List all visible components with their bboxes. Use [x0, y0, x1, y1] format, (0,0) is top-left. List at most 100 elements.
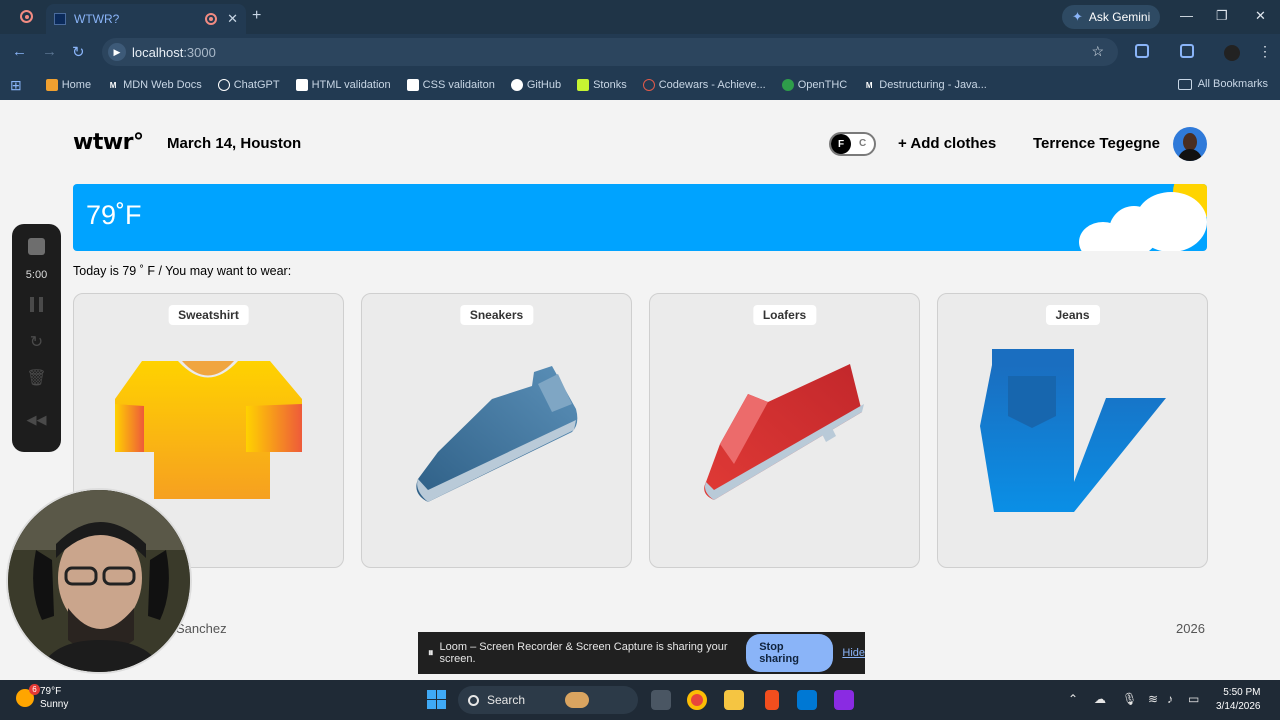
file-explorer-icon[interactable]	[724, 690, 744, 710]
chrome-icon[interactable]	[687, 690, 707, 710]
pause-sharing-icon[interactable]: ⏸	[428, 647, 434, 660]
minimize-icon[interactable]: —	[1180, 8, 1193, 23]
all-bookmarks-button[interactable]: All Bookmarks	[1177, 78, 1268, 90]
new-tab-button[interactable]: +	[252, 7, 261, 25]
site-info-icon[interactable]: ▶	[108, 43, 126, 61]
wifi-icon[interactable]: ≋	[1148, 692, 1158, 706]
taskbar-weather-temp: 79°F	[40, 686, 62, 697]
bookmark-label: CSS validaiton	[422, 79, 495, 91]
heart-app-icon[interactable]	[834, 690, 854, 710]
taskbar-search-label: Search	[487, 693, 526, 707]
bookmark-home[interactable]: Home	[45, 79, 92, 91]
tab-favicon-icon	[54, 13, 66, 25]
bookmark-label: Destructuring - Java...	[879, 79, 987, 91]
restart-icon[interactable]: ↻	[12, 332, 61, 352]
close-tab-icon[interactable]: ✕	[227, 11, 238, 27]
task-view-icon[interactable]	[651, 690, 671, 710]
app-logo[interactable]: wtwr°	[73, 130, 144, 155]
windows-start-icon[interactable]	[427, 690, 446, 709]
bookmark-label: ChatGPT	[233, 79, 280, 91]
forward-icon[interactable]: →	[42, 43, 57, 60]
footer-author: Sanchez	[176, 621, 227, 636]
chatgpt-favicon-icon	[217, 79, 230, 91]
browser-toolbar: ← → ↻ ▶ localhost:3000 ☆	[0, 34, 1280, 70]
extensions-icon[interactable]	[1135, 44, 1149, 58]
restore-icon[interactable]: ❐	[1216, 8, 1228, 24]
recommendation-text: Today is 79 ˚ F / You may want to wear:	[73, 264, 292, 278]
volume-icon[interactable]: ♪	[1167, 692, 1173, 706]
bookmark-html-validation[interactable]: HTML validation	[295, 79, 391, 91]
gemini-icon: ✦	[1072, 9, 1083, 24]
pause-icon[interactable]	[30, 297, 43, 312]
avatar-body	[1178, 149, 1202, 161]
bookmark-label: MDN Web Docs	[123, 79, 202, 91]
all-bookmarks-label: All Bookmarks	[1197, 78, 1268, 90]
bookmark-chatgpt[interactable]: ChatGPT	[217, 79, 280, 91]
bookmark-label: Codewars - Achieve...	[658, 79, 766, 91]
menu-icon[interactable]: ⋮	[1258, 43, 1272, 60]
clothing-card-sneakers[interactable]: Sneakers	[361, 293, 632, 568]
temperature-unit-toggle[interactable]: F C	[829, 132, 876, 156]
tray-overflow-icon[interactable]: ⌃	[1068, 692, 1078, 706]
webcam-person-image	[8, 490, 190, 672]
figma-icon[interactable]	[765, 690, 779, 710]
taskbar-search[interactable]: Search	[458, 686, 638, 714]
mdn-favicon-icon: M	[865, 80, 873, 90]
bookmark-star-icon[interactable]: ☆	[1091, 43, 1104, 60]
taskbar-weather-desc: Sunny	[40, 699, 69, 710]
taskbar-weather-widget[interactable]: 6 79°F Sunny	[16, 684, 69, 711]
bookmark-label: GitHub	[526, 79, 562, 91]
taskbar-time: 5:50 PM	[1223, 687, 1261, 698]
bookmark-destructuring[interactable]: M Destructuring - Java...	[863, 79, 987, 91]
bookmark-label: Home	[61, 79, 92, 91]
screen-sharing-banner: ⏸ Loom – Screen Recorder & Screen Captur…	[418, 632, 865, 674]
clothing-card-jeans[interactable]: Jeans	[937, 293, 1208, 568]
loom-controls: 5:00 ↻ 🗑 ◀◀	[12, 224, 61, 452]
bookmark-mdn[interactable]: M MDN Web Docs	[107, 79, 202, 91]
tab-title: WTWR?	[74, 12, 120, 26]
hide-banner-link[interactable]: Hide	[842, 647, 865, 659]
add-clothes-button[interactable]: + Add clothes	[898, 135, 996, 152]
home-favicon-icon	[45, 79, 58, 91]
collapse-icon[interactable]: ◀◀	[12, 412, 61, 428]
webcam-bubble[interactable]	[6, 488, 192, 674]
address-host: localhost	[132, 44, 184, 60]
bookmark-css-validation[interactable]: CSS validaiton	[406, 79, 495, 91]
back-icon[interactable]: ←	[12, 43, 27, 60]
codewars-favicon-icon	[642, 79, 655, 91]
username[interactable]: Terrence Tegegne	[1033, 135, 1160, 152]
ask-gemini-button[interactable]: ✦ Ask Gemini	[1062, 5, 1161, 29]
jeans-icon	[980, 349, 1166, 512]
avatar[interactable]	[1173, 127, 1207, 161]
address-bar[interactable]: ▶ localhost:3000 ☆	[102, 38, 1118, 66]
search-highlight-icon	[565, 692, 590, 708]
cast-icon[interactable]	[1180, 44, 1194, 58]
github-favicon-icon	[510, 79, 523, 91]
browser-tab[interactable]: WTWR? ✕	[46, 4, 246, 34]
taskbar-clock[interactable]: 5:50 PM 3/14/2026	[1216, 686, 1261, 714]
w3c-favicon-icon	[295, 79, 308, 91]
sharing-message: Loom – Screen Recorder & Screen Capture …	[439, 641, 728, 665]
close-window-icon[interactable]: ✕	[1255, 8, 1266, 24]
onedrive-icon[interactable]: ☁	[1094, 692, 1106, 706]
bookmark-github[interactable]: GitHub	[510, 79, 562, 91]
reload-icon[interactable]: ↻	[72, 43, 85, 61]
bookmark-stonks[interactable]: Stonks	[577, 79, 627, 91]
battery-icon[interactable]: ▭	[1188, 692, 1199, 706]
stop-sharing-button[interactable]: Stop sharing	[746, 634, 834, 672]
trash-icon[interactable]: 🗑	[12, 368, 61, 388]
bookmark-openthc[interactable]: OpenTHC	[781, 79, 848, 91]
footer-year: 2026	[1176, 621, 1205, 636]
sunny-icon: 6	[16, 684, 40, 707]
bookmark-label: OpenTHC	[797, 79, 848, 91]
openthc-favicon-icon	[781, 79, 794, 91]
microphone-icon[interactable]: 🎙	[1122, 692, 1137, 706]
bookmark-codewars[interactable]: Codewars - Achieve...	[642, 79, 766, 91]
apps-grid-icon[interactable]: ⊞	[10, 77, 22, 94]
clothing-card-loafers[interactable]: Loafers	[649, 293, 920, 568]
search-icon	[468, 694, 479, 706]
stop-recording-icon[interactable]	[28, 238, 45, 255]
tab-recording-icon	[205, 13, 218, 25]
vscode-icon[interactable]	[797, 690, 817, 710]
profile-avatar[interactable]	[1224, 45, 1240, 61]
